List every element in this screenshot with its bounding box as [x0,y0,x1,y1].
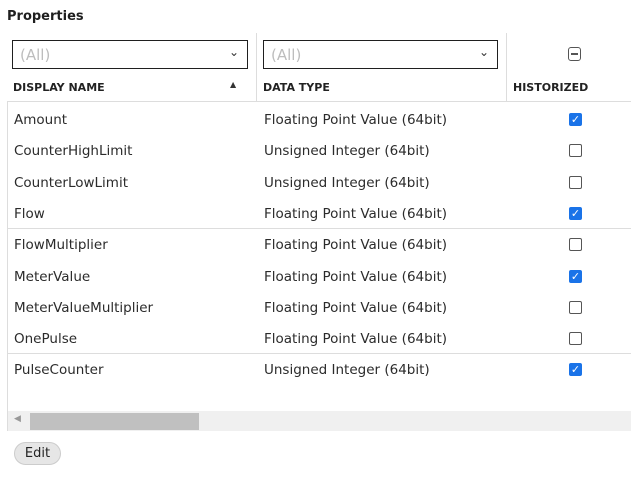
sort-ascending-icon[interactable]: ▲ [230,80,236,89]
type-filter-dropdown[interactable]: (All) ⌄ [263,40,498,69]
table-row[interactable]: Amount Floating Point Value (64bit) ✓ [8,104,631,135]
data-type-cell: Floating Point Value (64bit) [264,237,448,254]
data-type-cell: Unsigned Integer (64bit) [264,174,430,191]
panel-title: Properties [7,9,84,24]
display-name-cell: Flow [14,205,45,222]
table-row[interactable]: MeterValueMultiplier Floating Point Valu… [8,292,631,323]
name-filter-value: (All) [20,46,51,64]
historized-checkbox[interactable]: ✓ [569,113,582,126]
historized-checkbox[interactable] [569,332,582,346]
table-row[interactable]: CounterHighLimit Unsigned Integer (64bit… [8,135,631,166]
chevron-down-icon: ⌄ [478,45,489,59]
historized-checkbox[interactable]: ✓ [569,363,582,377]
column-header-historized[interactable]: HISTORIZED [513,81,588,94]
column-divider [256,33,257,101]
table-row[interactable]: FlowMultiplier Floating Point Value (64b… [8,229,631,260]
data-type-cell: Floating Point Value (64bit) [264,112,448,128]
historized-checkbox[interactable] [569,300,582,314]
display-name-cell: MeterValue [14,268,91,285]
table-row[interactable]: CounterLowLimit Unsigned Integer (64bit) [8,167,631,198]
historized-checkbox[interactable] [569,175,582,189]
scrollbar-thumb[interactable] [30,413,199,430]
horizontal-scrollbar[interactable]: ◀ [8,411,631,431]
edit-button[interactable]: Edit [14,442,61,465]
column-divider [506,33,507,101]
historized-checkbox[interactable] [569,144,582,158]
table-row[interactable]: PulseCounter Unsigned Integer (64bit) ✓ [8,354,631,385]
display-name-cell: FlowMultiplier [14,237,108,254]
display-name-cell: PulseCounter [14,362,104,379]
name-filter-dropdown[interactable]: (All) ⌄ [12,40,248,69]
table-row[interactable]: Flow Floating Point Value (64bit) ✓ [8,198,631,229]
data-type-cell: Floating Point Value (64bit) [264,331,448,348]
column-header-data-type[interactable]: DATA TYPE [263,81,330,94]
data-type-cell: Unsigned Integer (64bit) [264,362,430,379]
historized-checkbox[interactable] [569,238,582,252]
chevron-down-icon: ⌄ [228,45,239,59]
column-header-display-name[interactable]: DISPLAY NAME [13,81,105,94]
display-name-cell: CounterHighLimit [14,143,133,160]
historized-checkbox[interactable]: ✓ [569,269,582,283]
display-name-cell: OnePulse [14,331,78,348]
display-name-cell: MeterValueMultiplier [14,299,154,316]
data-type-cell: Floating Point Value (64bit) [264,205,448,222]
scroll-left-icon[interactable]: ◀ [14,414,21,424]
table-row[interactable]: MeterValue Floating Point Value (64bit) … [8,261,631,292]
select-all-historized-checkbox[interactable] [568,47,581,61]
historized-checkbox[interactable]: ✓ [569,206,582,220]
type-filter-value: (All) [271,46,302,64]
display-name-cell: CounterLowLimit [14,174,128,191]
properties-table: ◀ Amount Floating Point Value (64bit) ✓ C… [7,101,631,431]
data-type-cell: Unsigned Integer (64bit) [264,143,430,160]
data-type-cell: Floating Point Value (64bit) [264,299,448,316]
data-type-cell: Floating Point Value (64bit) [264,268,448,285]
table-row[interactable]: OnePulse Floating Point Value (64bit) [8,323,631,354]
display-name-cell: Amount [14,112,68,128]
